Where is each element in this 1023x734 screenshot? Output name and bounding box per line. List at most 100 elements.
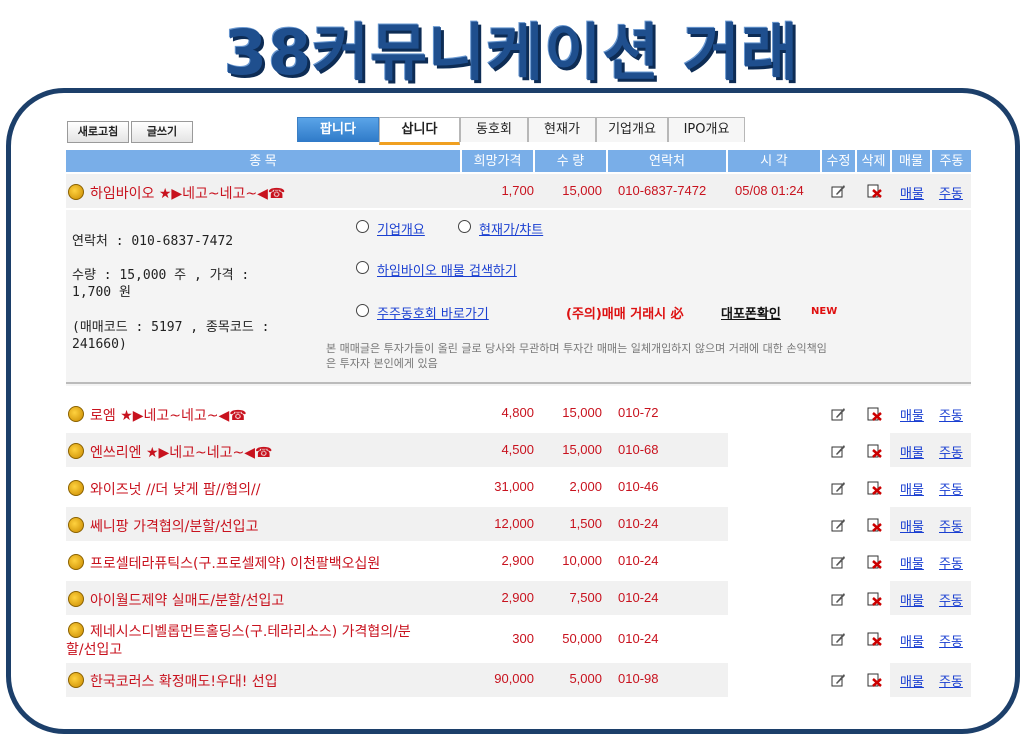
listing-link[interactable]: 매물	[900, 442, 924, 461]
price-cell: 4,500	[501, 442, 534, 457]
table-row[interactable]: 아이월드제약 실매도/분할/선입고 2,900 7,500 010-24 매물 …	[66, 581, 971, 615]
tab-sell[interactable]: 팝니다	[297, 117, 379, 142]
stock-name[interactable]: 하임바이오 ★▶네고~네고~◀☎	[90, 186, 285, 202]
tab-ipo[interactable]: IPO개요	[668, 117, 745, 142]
disclaimer-line2: 은 투자자 본인에게 있음	[326, 357, 438, 370]
redacted-area	[728, 581, 890, 615]
col-club: 주동	[932, 150, 971, 172]
contact-cell: 010-6837-7472	[618, 183, 707, 198]
club-link[interactable]: 주동	[939, 479, 963, 498]
col-price: 희망가격	[462, 150, 533, 172]
redacted-area	[728, 397, 890, 431]
radio-price-chart[interactable]	[458, 220, 471, 233]
tab-company[interactable]: 기업개요	[596, 117, 668, 142]
listing-link[interactable]: 매물	[900, 671, 924, 690]
phone-check-link[interactable]: 대포폰확인	[721, 303, 781, 322]
club-link[interactable]: 주동	[939, 553, 963, 572]
table-row[interactable]: 쎄니팡 가격협의/분할/선입고 12,000 1,500 010-24 매물 주…	[66, 507, 971, 541]
table-row[interactable]: 한국코러스 확정매도!우대! 선입 90,000 5,000 010-98 매물…	[66, 663, 971, 697]
qty-cell: 50,000	[562, 631, 602, 646]
col-edit: 수정	[822, 150, 855, 172]
club-link[interactable]: 주동	[939, 183, 963, 202]
stock-name[interactable]: 엔쓰리엔 ★▶네고~네고~◀☎	[90, 445, 272, 461]
stock-name[interactable]: 로엠 ★▶네고~네고~◀☎	[90, 408, 247, 424]
table-row[interactable]: 엔쓰리엔 ★▶네고~네고~◀☎ 4,500 15,000 010-68 매물 주…	[66, 433, 971, 467]
refresh-button[interactable]: 새로고침	[67, 121, 129, 143]
company-link[interactable]: 기업개요	[377, 219, 425, 238]
warning-text: (주의)매매 거래시 必	[566, 307, 684, 322]
edit-icon[interactable]	[831, 555, 846, 569]
stock-name-cont[interactable]: 할/선입고	[66, 642, 122, 658]
stock-name[interactable]: 한국코러스 확정매도!우대! 선입	[90, 674, 278, 690]
listing-link[interactable]: 매물	[900, 479, 924, 498]
club-link[interactable]: 주동	[939, 516, 963, 535]
stock-name[interactable]: 와이즈넛 //더 낮게 팜//협의//	[90, 482, 260, 498]
stock-name[interactable]: 프로셀테라퓨틱스(구.프로셀제약) 이천팔백오십원	[90, 556, 380, 572]
redacted-area	[728, 544, 890, 578]
listing-link[interactable]: 매물	[900, 516, 924, 535]
delete-icon[interactable]	[867, 592, 882, 606]
edit-icon[interactable]	[831, 518, 846, 532]
delete-icon[interactable]	[867, 673, 882, 687]
table-row[interactable]: 와이즈넛 //더 낮게 팜//협의// 31,000 2,000 010-46 …	[66, 470, 971, 504]
write-button[interactable]: 글쓰기	[131, 121, 193, 143]
qty-cell: 15,000	[562, 442, 602, 457]
qty-cell: 1,500	[569, 516, 602, 531]
delete-icon[interactable]	[867, 481, 882, 495]
listing-link[interactable]: 매물	[900, 183, 924, 202]
edit-icon[interactable]	[831, 407, 846, 421]
table-row[interactable]: 제네시스디벨롭먼트홀딩스(구.테라리소스) 가격협의/분 할/선입고 300 50…	[66, 618, 971, 662]
delete-icon[interactable]	[867, 632, 882, 646]
qty-cell: 15,000	[562, 183, 602, 198]
edit-icon[interactable]	[831, 592, 846, 606]
tab-buy[interactable]: 삽니다	[379, 117, 460, 145]
delete-icon[interactable]	[867, 184, 882, 198]
price-cell: 4,800	[501, 405, 534, 420]
medal-icon	[68, 184, 84, 200]
edit-icon[interactable]	[831, 673, 846, 687]
price-cell: 2,900	[501, 553, 534, 568]
delete-icon[interactable]	[867, 444, 882, 458]
club-link[interactable]: 주동	[939, 442, 963, 461]
search-listing-link[interactable]: 하임바이오 매물 검색하기	[377, 260, 517, 279]
listing-link[interactable]: 매물	[900, 631, 924, 650]
listing-link[interactable]: 매물	[900, 405, 924, 424]
delete-icon[interactable]	[867, 407, 882, 421]
headline-title: 38커뮤니케이션 거래	[223, 16, 800, 89]
qty-cell: 2,000	[569, 479, 602, 494]
table-row[interactable]: 로엠 ★▶네고~네고~◀☎ 4,800 15,000 010-72 매물 주동	[66, 397, 971, 431]
edit-icon[interactable]	[831, 481, 846, 495]
edit-icon[interactable]	[831, 632, 846, 646]
shareholder-club-link[interactable]: 주주동호회 바로가기	[377, 303, 489, 322]
listing-link[interactable]: 매물	[900, 590, 924, 609]
table-row[interactable]: 프로셀테라퓨틱스(구.프로셀제약) 이천팔백오십원 2,900 10,000 0…	[66, 544, 971, 578]
price-chart-link[interactable]: 현재가/챠트	[479, 219, 543, 238]
listing-link[interactable]: 매물	[900, 553, 924, 572]
delete-icon[interactable]	[867, 518, 882, 532]
radio-company[interactable]	[356, 220, 369, 233]
club-link[interactable]: 주동	[939, 631, 963, 650]
radio-club[interactable]	[356, 304, 369, 317]
stock-name[interactable]: 아이월드제약 실매도/분할/선입고	[90, 593, 284, 609]
stock-name[interactable]: 쎄니팡 가격협의/분할/선입고	[90, 519, 258, 535]
table-row[interactable]: 하임바이오 ★▶네고~네고~◀☎ 1,700 15,000 010-6837-7…	[66, 174, 971, 208]
club-link[interactable]: 주동	[939, 405, 963, 424]
edit-icon[interactable]	[831, 444, 846, 458]
contact-cell: 010-72	[618, 405, 659, 420]
stock-name[interactable]: 제네시스디벨롭먼트홀딩스(구.테라리소스) 가격협의/분	[90, 624, 411, 640]
contact-cell: 010-24	[618, 553, 659, 568]
radio-search[interactable]	[356, 261, 369, 274]
detail-codes-cont: 241660)	[72, 337, 127, 352]
tab-price[interactable]: 현재가	[528, 117, 596, 142]
edit-icon[interactable]	[831, 184, 846, 198]
qty-cell: 7,500	[569, 590, 602, 605]
medal-icon	[68, 406, 84, 422]
disclaimer-line1: 본 매매글은 투자가들이 올린 글로 당사와 무관하며 투자간 매매는 일체개입…	[326, 342, 827, 355]
detail-qty-price-cont: 1,700 원	[72, 285, 131, 300]
delete-icon[interactable]	[867, 555, 882, 569]
tab-club[interactable]: 동호회	[460, 117, 528, 142]
club-link[interactable]: 주동	[939, 671, 963, 690]
redacted-area	[728, 618, 890, 662]
contact-cell: 010-46	[618, 479, 659, 494]
club-link[interactable]: 주동	[939, 590, 963, 609]
